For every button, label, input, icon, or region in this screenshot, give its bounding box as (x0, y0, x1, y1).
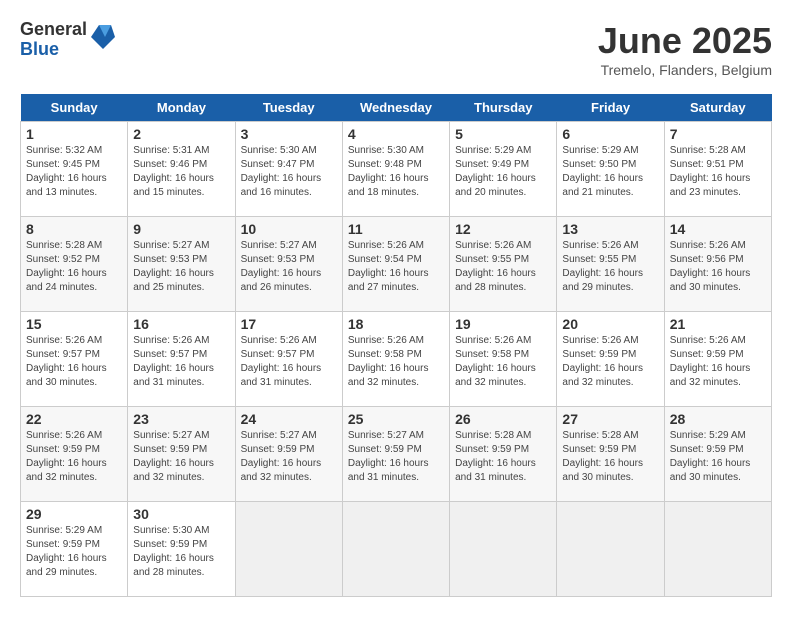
day-10: 10Sunrise: 5:27 AMSunset: 9:53 PMDayligh… (235, 217, 342, 312)
day-2: 2Sunrise: 5:31 AMSunset: 9:46 PMDaylight… (128, 122, 235, 217)
day-5: 5Sunrise: 5:29 AMSunset: 9:49 PMDaylight… (450, 122, 557, 217)
day-3: 3Sunrise: 5:30 AMSunset: 9:47 PMDaylight… (235, 122, 342, 217)
day-6: 6Sunrise: 5:29 AMSunset: 9:50 PMDaylight… (557, 122, 664, 217)
empty-cell (235, 502, 342, 597)
page-header: General Blue June 2025 Tremelo, Flanders… (20, 20, 772, 78)
day-27: 27Sunrise: 5:28 AMSunset: 9:59 PMDayligh… (557, 407, 664, 502)
day-24: 24Sunrise: 5:27 AMSunset: 9:59 PMDayligh… (235, 407, 342, 502)
header-wednesday: Wednesday (342, 94, 449, 122)
day-23: 23Sunrise: 5:27 AMSunset: 9:59 PMDayligh… (128, 407, 235, 502)
header-monday: Monday (128, 94, 235, 122)
day-12: 12Sunrise: 5:26 AMSunset: 9:55 PMDayligh… (450, 217, 557, 312)
week-row-5: 29Sunrise: 5:29 AMSunset: 9:59 PMDayligh… (21, 502, 772, 597)
week-row-1: 1 Sunrise: 5:32 AMSunset: 9:45 PMDaylight… (21, 122, 772, 217)
day-21: 21Sunrise: 5:26 AMSunset: 9:59 PMDayligh… (664, 312, 771, 407)
calendar-table: SundayMondayTuesdayWednesdayThursdayFrid… (20, 94, 772, 597)
day-1: 1 Sunrise: 5:32 AMSunset: 9:45 PMDaylight… (21, 122, 128, 217)
week-row-2: 8Sunrise: 5:28 AMSunset: 9:52 PMDaylight… (21, 217, 772, 312)
day-19: 19Sunrise: 5:26 AMSunset: 9:58 PMDayligh… (450, 312, 557, 407)
day-29: 29Sunrise: 5:29 AMSunset: 9:59 PMDayligh… (21, 502, 128, 597)
day-11: 11Sunrise: 5:26 AMSunset: 9:54 PMDayligh… (342, 217, 449, 312)
day-25: 25Sunrise: 5:27 AMSunset: 9:59 PMDayligh… (342, 407, 449, 502)
logo-general-text: General (20, 20, 87, 40)
day-info: Sunrise: 5:32 AMSunset: 9:45 PMDaylight:… (26, 144, 122, 200)
day-13: 13Sunrise: 5:26 AMSunset: 9:55 PMDayligh… (557, 217, 664, 312)
header-saturday: Saturday (664, 94, 771, 122)
day-15: 15Sunrise: 5:26 AMSunset: 9:57 PMDayligh… (21, 312, 128, 407)
week-row-3: 15Sunrise: 5:26 AMSunset: 9:57 PMDayligh… (21, 312, 772, 407)
day-4: 4Sunrise: 5:30 AMSunset: 9:48 PMDaylight… (342, 122, 449, 217)
month-title: June 2025 (598, 20, 772, 62)
week-row-4: 22Sunrise: 5:26 AMSunset: 9:59 PMDayligh… (21, 407, 772, 502)
day-num: 1 (26, 126, 122, 142)
day-7: 7Sunrise: 5:28 AMSunset: 9:51 PMDaylight… (664, 122, 771, 217)
header-friday: Friday (557, 94, 664, 122)
day-30: 30Sunrise: 5:30 AMSunset: 9:59 PMDayligh… (128, 502, 235, 597)
day-20: 20Sunrise: 5:26 AMSunset: 9:59 PMDayligh… (557, 312, 664, 407)
title-block: June 2025 Tremelo, Flanders, Belgium (598, 20, 772, 78)
day-9: 9Sunrise: 5:27 AMSunset: 9:53 PMDaylight… (128, 217, 235, 312)
empty-cell (342, 502, 449, 597)
empty-cell (664, 502, 771, 597)
day-14: 14Sunrise: 5:26 AMSunset: 9:56 PMDayligh… (664, 217, 771, 312)
day-18: 18Sunrise: 5:26 AMSunset: 9:58 PMDayligh… (342, 312, 449, 407)
header-tuesday: Tuesday (235, 94, 342, 122)
location: Tremelo, Flanders, Belgium (598, 62, 772, 78)
empty-cell (557, 502, 664, 597)
empty-cell (450, 502, 557, 597)
day-28: 28Sunrise: 5:29 AMSunset: 9:59 PMDayligh… (664, 407, 771, 502)
day-26: 26Sunrise: 5:28 AMSunset: 9:59 PMDayligh… (450, 407, 557, 502)
day-22: 22Sunrise: 5:26 AMSunset: 9:59 PMDayligh… (21, 407, 128, 502)
logo-blue-text: Blue (20, 40, 87, 60)
logo-icon (91, 23, 115, 56)
logo: General Blue (20, 20, 115, 60)
day-8: 8Sunrise: 5:28 AMSunset: 9:52 PMDaylight… (21, 217, 128, 312)
header-sunday: Sunday (21, 94, 128, 122)
day-17: 17Sunrise: 5:26 AMSunset: 9:57 PMDayligh… (235, 312, 342, 407)
header-row: SundayMondayTuesdayWednesdayThursdayFrid… (21, 94, 772, 122)
header-thursday: Thursday (450, 94, 557, 122)
day-16: 16Sunrise: 5:26 AMSunset: 9:57 PMDayligh… (128, 312, 235, 407)
